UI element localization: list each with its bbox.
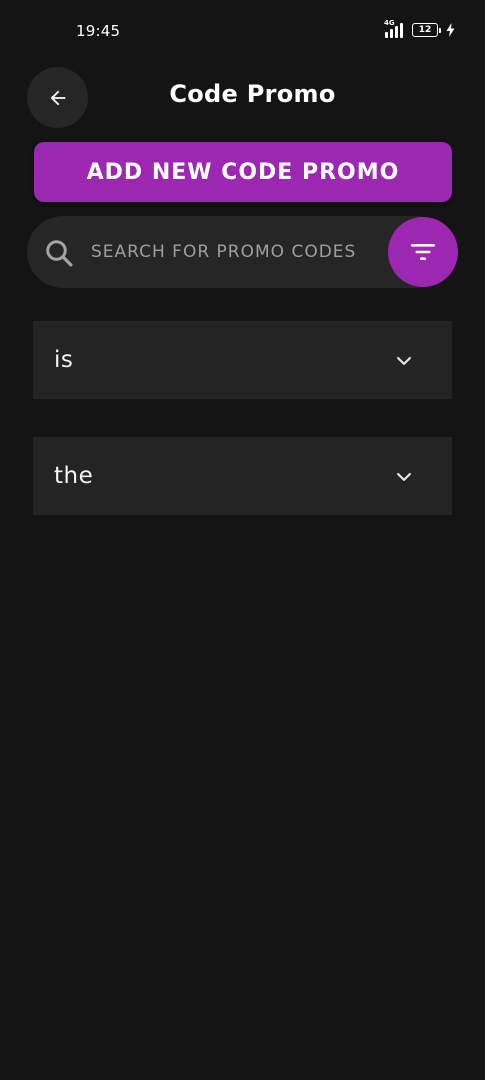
search-input[interactable] [91, 232, 381, 272]
search-icon [46, 240, 73, 267]
network-type: 4G [384, 19, 395, 27]
battery-level: 12 [412, 23, 438, 37]
battery-icon: 12 [412, 23, 441, 37]
promo-item-label: the [54, 463, 94, 489]
promo-item-label: is [54, 347, 74, 373]
filter-button[interactable] [388, 217, 458, 287]
status-time: 19:45 [76, 22, 121, 40]
promo-item[interactable]: is [33, 321, 452, 399]
page-title: Code Promo [169, 80, 336, 108]
chevron-down-icon [397, 357, 411, 365]
filter-icon [411, 244, 435, 260]
cellular-signal-icon: 4G [383, 19, 407, 38]
promo-item[interactable]: the [33, 437, 452, 515]
status-icons: 4G 12 [383, 19, 455, 38]
add-new-code-promo-button[interactable]: ADD NEW CODE PROMO [34, 142, 452, 202]
status-bar: 19:45 4G 12 [0, 0, 485, 64]
charging-icon [446, 23, 455, 37]
chevron-down-icon [397, 473, 411, 481]
